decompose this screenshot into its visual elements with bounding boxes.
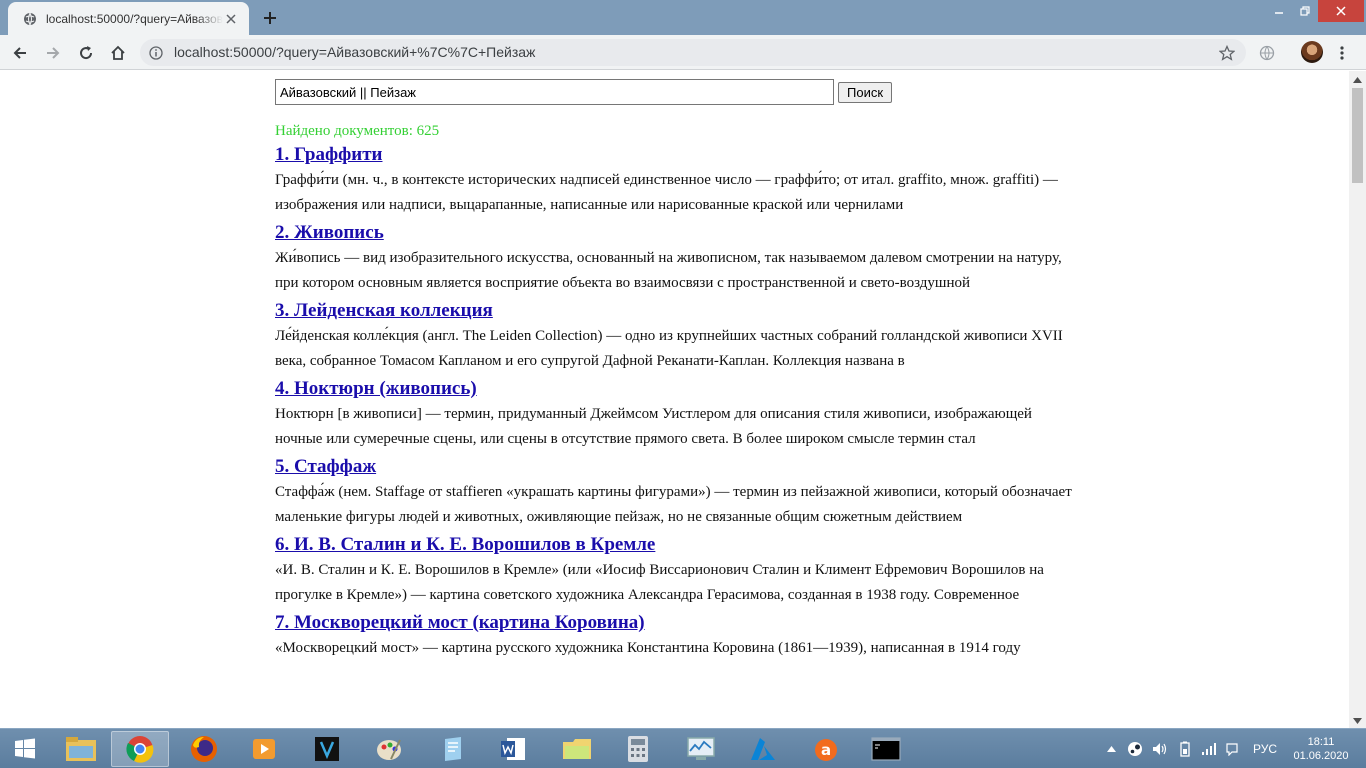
page-viewport: Поиск Найдено документов: 625 1. Граффит… xyxy=(0,71,1349,728)
result-snippet: Стаффа́ж (нем. Staffage от staffieren «у… xyxy=(275,484,1072,525)
windows-taskbar: a РУС 18:11 01.06.2020 xyxy=(0,728,1366,768)
command-prompt-icon[interactable] xyxy=(857,731,915,767)
result-title-link[interactable]: 7. Москворецкий мост (картина Коровина) xyxy=(275,610,1075,636)
clock[interactable]: 18:11 01.06.2020 xyxy=(1292,729,1350,768)
volume-icon[interactable] xyxy=(1150,729,1170,768)
clock-time: 18:11 xyxy=(1307,736,1335,748)
svg-text:a: a xyxy=(821,741,831,759)
restore-button[interactable] xyxy=(1292,0,1318,22)
result-snippet: Ле́йденская колле́кция (англ. The Leiden… xyxy=(275,328,1063,369)
reload-button[interactable] xyxy=(74,41,98,65)
scrollbar-thumb[interactable] xyxy=(1352,88,1363,183)
result-item: 5. Стаффаж Стаффа́ж (нем. Staffage от sta… xyxy=(275,454,1075,530)
tab-strip: localhost:50000/?query=Айвазовский xyxy=(0,0,1366,35)
browser-toolbar: localhost:50000/?query=Айвазовский+%7C%7… xyxy=(0,35,1366,70)
avast-icon[interactable]: a xyxy=(797,731,855,767)
result-snippet: Жи́вопись — вид изобразительного искусст… xyxy=(275,250,1062,291)
home-button[interactable] xyxy=(106,41,130,65)
result-item: 2. Живопись Жи́вопись — вид изобразительн… xyxy=(275,220,1075,296)
result-snippet: Ноктюрн [в живописи] — термин, придуманн… xyxy=(275,406,1032,447)
action-center-icon[interactable] xyxy=(1222,729,1242,768)
profile-avatar[interactable] xyxy=(1301,41,1323,63)
scroll-down-icon[interactable] xyxy=(1353,716,1362,725)
bookmark-star-icon[interactable] xyxy=(1218,44,1236,62)
show-hidden-icons[interactable] xyxy=(1104,729,1118,768)
browser-tab[interactable]: localhost:50000/?query=Айвазовский xyxy=(8,2,249,35)
result-item: 3. Лейденская коллекция Ле́йденская колле… xyxy=(275,298,1075,374)
back-button[interactable] xyxy=(8,41,32,65)
result-title-link[interactable]: 3. Лейденская коллекция xyxy=(275,298,1075,324)
chrome-taskbar-icon[interactable] xyxy=(111,731,169,767)
system-monitor-icon[interactable] xyxy=(672,731,730,767)
network-icon[interactable] xyxy=(1199,729,1219,768)
search-input[interactable] xyxy=(275,79,834,105)
scroll-up-icon[interactable] xyxy=(1353,75,1362,84)
language-indicator[interactable]: РУС xyxy=(1248,729,1282,768)
word-icon[interactable] xyxy=(484,731,542,767)
result-title-link[interactable]: 6. И. В. Сталин и К. Е. Ворошилов в Крем… xyxy=(275,532,1075,558)
result-title-link[interactable]: 2. Живопись xyxy=(275,220,1075,246)
result-item: 6. И. В. Сталин и К. Е. Ворошилов в Крем… xyxy=(275,532,1075,608)
result-title-link[interactable]: 4. Ноктюрн (живопись) xyxy=(275,376,1075,402)
url-text: localhost:50000/?query=Айвазовский+%7C%7… xyxy=(174,44,536,60)
battery-icon[interactable] xyxy=(1175,729,1195,768)
page-scrollbar[interactable] xyxy=(1349,71,1366,728)
media-player-icon[interactable] xyxy=(235,731,293,767)
firefox-icon[interactable] xyxy=(175,731,233,767)
close-window-button[interactable] xyxy=(1318,0,1364,22)
paint-icon[interactable] xyxy=(360,731,418,767)
result-title-link[interactable]: 1. Граффити xyxy=(275,142,1075,168)
address-bar[interactable]: localhost:50000/?query=Айвазовский+%7C%7… xyxy=(140,39,1246,66)
result-item: 1. Граффити Граффи́ти (мн. ч., в контекст… xyxy=(275,142,1075,218)
results-list: 1. Граффити Граффи́ти (мн. ч., в контекст… xyxy=(275,142,1075,661)
azure-icon[interactable] xyxy=(734,731,792,767)
search-form: Поиск xyxy=(275,79,1075,105)
clock-date: 01.06.2020 xyxy=(1293,750,1349,762)
new-tab-button[interactable] xyxy=(258,6,282,30)
result-snippet: Граффи́ти (мн. ч., в контексте историчес… xyxy=(275,172,1058,213)
result-item: 4. Ноктюрн (живопись) Ноктюрн [в живописи… xyxy=(275,376,1075,452)
chrome-menu-icon[interactable] xyxy=(1330,41,1354,65)
result-snippet: «И. В. Сталин и К. Е. Ворошилов в Кремле… xyxy=(275,562,1044,603)
start-button[interactable] xyxy=(0,731,50,767)
result-item: 7. Москворецкий мост (картина Коровина) «… xyxy=(275,610,1075,661)
result-title-link[interactable]: 5. Стаффаж xyxy=(275,454,1075,480)
tab-title: localhost:50000/?query=Айвазовский xyxy=(46,11,223,26)
calculator-icon[interactable] xyxy=(609,731,667,767)
close-tab-icon[interactable] xyxy=(223,11,239,27)
file-explorer-icon[interactable] xyxy=(52,731,110,767)
vegas-app-icon[interactable] xyxy=(298,731,356,767)
notes-app-icon[interactable] xyxy=(424,731,482,767)
steam-tray-icon[interactable] xyxy=(1125,729,1145,768)
site-info-icon[interactable] xyxy=(148,45,164,61)
result-snippet: «Москворецкий мост» — картина русского х… xyxy=(275,640,1021,656)
results-count: Найдено документов: 625 xyxy=(275,123,440,139)
forward-button[interactable] xyxy=(41,41,65,65)
search-page: Поиск Найдено документов: 625 1. Граффит… xyxy=(275,79,1075,661)
translate-extension-icon[interactable] xyxy=(1255,41,1279,65)
minimize-button[interactable] xyxy=(1266,0,1292,22)
folder-icon[interactable] xyxy=(548,731,606,767)
globe-icon xyxy=(22,11,38,27)
search-button[interactable]: Поиск xyxy=(838,81,893,103)
